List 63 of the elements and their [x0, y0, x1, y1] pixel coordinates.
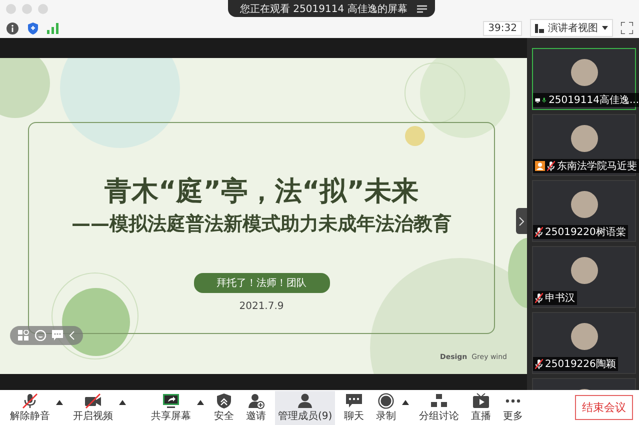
- participant-name: 25019226陶颖: [545, 358, 616, 371]
- avatar-photo: [570, 257, 598, 284]
- participant-tile[interactable]: 25019220树语棠: [532, 180, 636, 242]
- mic-icon: [21, 392, 39, 408]
- info-icon[interactable]: [6, 22, 19, 34]
- fullscreen-icon[interactable]: [621, 22, 633, 34]
- more-icon: [504, 398, 522, 402]
- chat-icon: [345, 392, 364, 408]
- shield-icon[interactable]: [27, 22, 39, 34]
- avatar-photo: [570, 125, 598, 152]
- share-icon: [162, 392, 180, 408]
- circle-outline: [404, 62, 466, 124]
- invite-button[interactable]: 邀请: [243, 390, 269, 424]
- participant-name: 25019220树语棠: [545, 226, 626, 239]
- invite-icon: [247, 392, 265, 408]
- slide-date: 2021.7.9: [239, 301, 284, 312]
- caret-icon[interactable]: [402, 400, 410, 405]
- meeting-timer: 39:32: [483, 20, 522, 36]
- chat-button[interactable]: 聊天: [341, 390, 368, 424]
- signal-icon[interactable]: [47, 22, 59, 34]
- team-label: 拜托了！法师！团队: [194, 273, 330, 293]
- participant-name: 东南法学院马近斐: [557, 160, 637, 173]
- banner-text: 您正在观看 25019114 高佳逸的屏幕: [240, 2, 408, 16]
- mic-button[interactable]: 解除静音: [7, 390, 53, 424]
- caret-icon[interactable]: [197, 400, 204, 405]
- participant-tile[interactable]: 25019226陶颖: [532, 312, 636, 374]
- security-icon: [215, 392, 233, 408]
- slide-subtitle: ——模拟法庭普法新模式助力未成年法治教育: [72, 212, 452, 237]
- members-button[interactable]: 管理成员(9): [275, 390, 336, 424]
- video-button[interactable]: 开启视频: [70, 390, 116, 424]
- live-icon: [472, 392, 490, 408]
- view-mode-button[interactable]: 演讲者视图: [530, 19, 613, 37]
- end-meeting-button[interactable]: 结束会议: [575, 395, 633, 420]
- avatar-photo: [570, 59, 598, 86]
- participant-tile[interactable]: 东南法学院马近斐: [532, 114, 636, 176]
- layout-icon: [535, 24, 544, 32]
- avatar-photo: [570, 191, 598, 218]
- live-button[interactable]: 直播: [468, 390, 494, 424]
- record-icon: [377, 392, 396, 408]
- chevron-right-icon: [519, 216, 524, 226]
- share-button[interactable]: 共享屏幕: [148, 390, 194, 424]
- panel-toggle-handle[interactable]: [516, 208, 527, 234]
- participant-tile[interactable]: 25019114高佳逸...: [532, 48, 636, 110]
- breakout-icon: [430, 392, 448, 408]
- participant-name: 申书汉: [545, 292, 575, 305]
- members-icon: [296, 392, 314, 408]
- more-button[interactable]: 更多: [500, 390, 526, 424]
- caret-icon: [602, 26, 608, 30]
- security-button[interactable]: 安全: [211, 390, 237, 424]
- record-button[interactable]: 录制: [373, 390, 400, 424]
- slide-title: 青木“庭”亭，法“拟”未来: [104, 175, 418, 209]
- breakout-button[interactable]: 分组讨论: [416, 390, 462, 424]
- emoji-icon[interactable]: [35, 330, 46, 341]
- caret-icon[interactable]: [119, 400, 126, 405]
- grid-icon[interactable]: [18, 330, 29, 341]
- collapse-icon[interactable]: [69, 331, 75, 340]
- chat-icon[interactable]: [52, 330, 63, 341]
- caret-icon[interactable]: [56, 400, 63, 405]
- menu-icon[interactable]: [417, 4, 428, 12]
- participant-name: 25019114高佳逸...: [548, 94, 639, 107]
- participant-tile[interactable]: 申书汉: [532, 246, 636, 308]
- avatar-photo: [570, 323, 598, 350]
- video-icon: [84, 392, 102, 408]
